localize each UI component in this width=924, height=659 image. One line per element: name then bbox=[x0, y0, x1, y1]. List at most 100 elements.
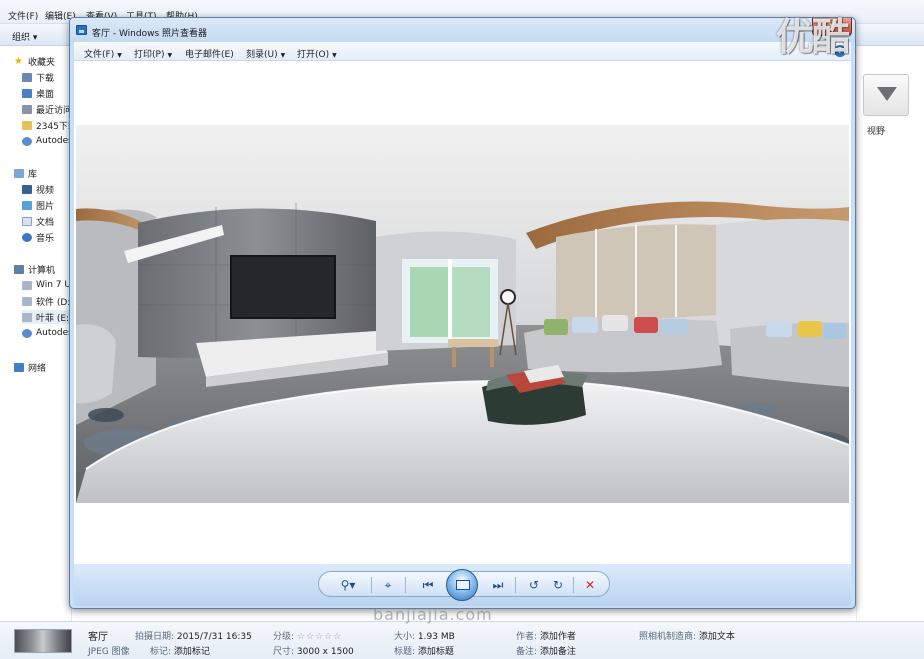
nav-drive-d[interactable]: 软件 (D:) bbox=[22, 294, 74, 308]
previous-icon[interactable]: ⏮ bbox=[419, 576, 437, 594]
nav-drive-c[interactable]: Win 7 U bbox=[22, 278, 71, 292]
chevron-down-icon: ▼ bbox=[280, 52, 286, 59]
control-pill: ⚲▾ ⌖ ⏮ ⏭ ↺ ↻ ✕ bbox=[318, 569, 610, 601]
viewer-menu-file[interactable]: 文件(F) ▼ bbox=[84, 47, 122, 60]
nav-documents-label: 文档 bbox=[36, 217, 55, 228]
viewer-menu-burn[interactable]: 刻录(U) ▼ bbox=[246, 47, 285, 60]
separator bbox=[515, 577, 516, 593]
nav-music[interactable]: 音乐 bbox=[22, 230, 54, 244]
viewer-control-bar: ⚲▾ ⌖ ⏮ ⏭ ↺ ↻ ✕ bbox=[74, 564, 851, 606]
title-row[interactable]: 标题: 添加标题 bbox=[394, 644, 454, 657]
nav-desktop[interactable]: 桌面 bbox=[22, 86, 54, 100]
nav-drive-e[interactable]: 叶菲 (E:) bbox=[22, 310, 74, 324]
view-label: 视野 bbox=[867, 127, 886, 137]
video-icon bbox=[22, 184, 32, 194]
downloads-icon bbox=[22, 72, 32, 82]
size-key: 大小: bbox=[394, 632, 416, 642]
rotate-counterclockwise-icon[interactable]: ↺ bbox=[525, 576, 543, 594]
nav-recent-label: 最近访问 bbox=[36, 105, 73, 116]
nav-library-label: 库 bbox=[28, 169, 38, 180]
nav-desktop-label: 桌面 bbox=[36, 89, 55, 100]
nav-favorites[interactable]: ★ 收藏夹 bbox=[14, 54, 55, 68]
separator bbox=[573, 577, 574, 593]
rotate-clockwise-icon[interactable]: ↻ bbox=[549, 576, 567, 594]
nav-drive-c-label: Win 7 U bbox=[36, 280, 71, 290]
explorer-content-right: 视野 bbox=[856, 46, 924, 621]
folder-icon bbox=[22, 120, 32, 130]
nav-favorites-label: 收藏夹 bbox=[28, 57, 56, 68]
viewer-menu-burn-label: 刻录(U) bbox=[246, 50, 278, 60]
nav-network[interactable]: 网络 bbox=[14, 360, 46, 374]
nav-videos-label: 视频 bbox=[36, 185, 55, 196]
camera-maker-value: 添加文本 bbox=[698, 632, 735, 642]
file-name: 客厅 bbox=[88, 632, 108, 643]
viewer-menu-email-label: 电子邮件(E) bbox=[185, 50, 234, 60]
tags-row[interactable]: 标记: 添加标记 bbox=[150, 644, 210, 657]
dimensions-row: 尺寸: 3000 x 1500 bbox=[273, 644, 354, 657]
author-key: 作者: bbox=[516, 632, 538, 642]
comment-key: 备注: bbox=[516, 647, 538, 657]
author-row[interactable]: 作者: 添加作者 bbox=[516, 629, 576, 642]
camera-maker-key: 照相机制造商: bbox=[639, 632, 697, 642]
nav-computer[interactable]: 计算机 bbox=[14, 262, 55, 276]
nav-videos[interactable]: 视频 bbox=[22, 182, 54, 196]
delete-icon[interactable]: ✕ bbox=[581, 576, 599, 594]
viewer-menu-file-label: 文件(F) bbox=[84, 50, 115, 60]
file-type: JPEG 图像 bbox=[88, 647, 130, 657]
date-taken-row: 拍摄日期: 2015/7/31 16:35 bbox=[135, 629, 252, 642]
nav-pictures[interactable]: 图片 bbox=[22, 198, 54, 212]
library-icon bbox=[14, 168, 24, 178]
viewer-titlebar[interactable]: 客厅 - Windows 照片查看器 ✕ bbox=[70, 18, 855, 42]
pictures-icon bbox=[22, 200, 32, 210]
window-title: 客厅 - Windows 照片查看器 bbox=[92, 29, 208, 39]
viewer-menu-print-label: 打印(P) bbox=[134, 50, 165, 60]
nav-library[interactable]: 库 bbox=[14, 166, 37, 180]
viewer-menubar: 文件(F) ▼ 打印(P) ▼ 电子邮件(E) 刻录(U) ▼ 打开(O) ▼ ? bbox=[74, 42, 851, 61]
author-value: 添加作者 bbox=[539, 632, 576, 642]
chevron-down-icon: ▼ bbox=[332, 52, 337, 59]
nav-documents[interactable]: 文档 bbox=[22, 214, 54, 228]
file-thumbnail bbox=[14, 629, 72, 653]
site-watermark: banjiajia.com bbox=[373, 605, 493, 624]
tags-value: 添加标记 bbox=[173, 647, 210, 657]
chevron-down-icon: ▼ bbox=[167, 52, 173, 59]
nav-downloads-label: 下载 bbox=[36, 73, 55, 84]
next-icon[interactable]: ⏭ bbox=[489, 576, 507, 594]
image-canvas bbox=[74, 61, 851, 564]
navigation-pane: ★ 收藏夹 下载 桌面 最近访问 2345下载 Autodesk 库 视频 图片… bbox=[0, 46, 78, 621]
view-button[interactable] bbox=[863, 74, 909, 116]
network-icon bbox=[14, 362, 24, 372]
separator bbox=[405, 577, 406, 593]
date-taken-value: 2015/7/31 16:35 bbox=[176, 632, 252, 642]
drive-icon bbox=[22, 280, 32, 290]
drive-icon bbox=[22, 312, 32, 322]
photo-viewer-window: 客厅 - Windows 照片查看器 ✕ 文件(F) ▼ 打印(P) ▼ 电子邮件(… bbox=[69, 17, 856, 609]
desktop-icon bbox=[22, 88, 32, 98]
viewer-menu-email[interactable]: 电子邮件(E) bbox=[185, 47, 234, 60]
recent-places-icon bbox=[22, 104, 32, 114]
panorama-image[interactable] bbox=[76, 125, 849, 503]
viewer-menu-print[interactable]: 打印(P) ▼ bbox=[134, 47, 172, 60]
camera-maker-row[interactable]: 照相机制造商: 添加文本 bbox=[639, 629, 735, 642]
viewer-menu-open[interactable]: 打开(O) ▼ bbox=[297, 47, 337, 60]
size-value: 1.93 MB bbox=[417, 632, 455, 642]
explorer-menu-file[interactable]: 文件(F) bbox=[8, 9, 38, 22]
slideshow-button[interactable] bbox=[446, 569, 478, 601]
youku-watermark: 优酷 bbox=[776, 15, 850, 59]
rating-row[interactable]: 分级: ☆☆☆☆☆ bbox=[273, 629, 342, 642]
organize-button[interactable]: 组织 ▾ bbox=[12, 30, 37, 43]
title-value: 添加标题 bbox=[417, 647, 454, 657]
nav-pictures-label: 图片 bbox=[36, 201, 55, 212]
autodesk-icon bbox=[22, 328, 32, 338]
comment-row[interactable]: 备注: 添加备注 bbox=[516, 644, 576, 657]
nav-downloads[interactable]: 下载 bbox=[22, 70, 54, 84]
computer-icon bbox=[14, 264, 24, 274]
nav-computer-label: 计算机 bbox=[28, 265, 56, 276]
nav-recent[interactable]: 最近访问 bbox=[22, 102, 72, 116]
drive-icon bbox=[22, 296, 32, 306]
rating-stars-icon[interactable]: ☆☆☆☆☆ bbox=[297, 632, 342, 642]
zoom-icon[interactable]: ⚲▾ bbox=[335, 576, 361, 594]
actual-size-icon[interactable]: ⌖ bbox=[379, 576, 397, 594]
dimensions-value: 3000 x 1500 bbox=[296, 647, 354, 657]
details-pane: 客厅 JPEG 图像 拍摄日期: 2015/7/31 16:35 标记: 添加标… bbox=[0, 621, 924, 659]
